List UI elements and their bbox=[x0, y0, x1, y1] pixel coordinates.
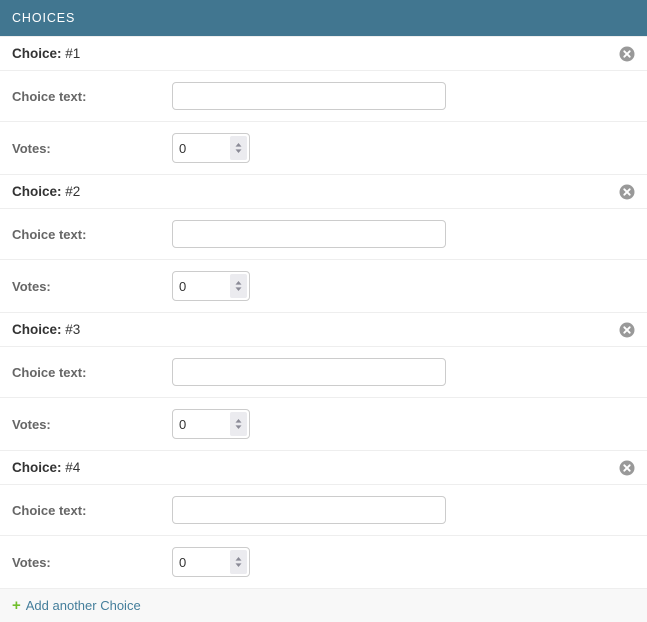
votes-input-wrapper-4 bbox=[172, 547, 250, 577]
inline-item-4: Choice: #4 Choice text: Votes: bbox=[0, 450, 647, 588]
votes-spinner-2[interactable] bbox=[230, 274, 247, 298]
inline-item-3: Choice: #3 Choice text: Votes: bbox=[0, 312, 647, 450]
votes-spinner-4[interactable] bbox=[230, 550, 247, 574]
choice-text-input-3[interactable] bbox=[172, 358, 446, 386]
delete-circle-x-icon[interactable] bbox=[619, 460, 635, 476]
inline-heading-text-3: Choice: #3 bbox=[12, 322, 80, 337]
choice-text-label-1: Choice text: bbox=[12, 89, 172, 104]
inline-heading-prefix-3: Choice: bbox=[12, 322, 62, 337]
choice-text-input-1[interactable] bbox=[172, 82, 446, 110]
votes-label-1: Votes: bbox=[12, 141, 172, 156]
delete-circle-x-icon[interactable] bbox=[619, 184, 635, 200]
inline-group-title: CHOICES bbox=[12, 11, 75, 25]
votes-input-4[interactable] bbox=[173, 549, 225, 575]
choice-text-label-2: Choice text: bbox=[12, 227, 172, 242]
delete-circle-x-icon[interactable] bbox=[619, 322, 635, 338]
inline-heading-3: Choice: #3 bbox=[0, 313, 647, 346]
inline-heading-text-1: Choice: #1 bbox=[12, 46, 80, 61]
form-row-votes-1: Votes: bbox=[0, 121, 647, 174]
choices-inline-group: CHOICES Choice: #1 Choice text: Votes: bbox=[0, 0, 647, 622]
votes-input-3[interactable] bbox=[173, 411, 225, 437]
form-row-choice-text-3: Choice text: bbox=[0, 346, 647, 397]
inline-heading-1: Choice: #1 bbox=[0, 37, 647, 70]
inline-heading-prefix-4: Choice: bbox=[12, 460, 62, 475]
choice-text-input-4[interactable] bbox=[172, 496, 446, 524]
inline-heading-text-4: Choice: #4 bbox=[12, 460, 80, 475]
inline-item-1: Choice: #1 Choice text: Votes: bbox=[0, 36, 647, 174]
votes-spinner-3[interactable] bbox=[230, 412, 247, 436]
inline-heading-index-2: #2 bbox=[65, 184, 80, 199]
inline-group-header: CHOICES bbox=[0, 0, 647, 36]
votes-input-2[interactable] bbox=[173, 273, 225, 299]
form-row-votes-2: Votes: bbox=[0, 259, 647, 312]
inline-heading-text-2: Choice: #2 bbox=[12, 184, 80, 199]
inline-heading-prefix-2: Choice: bbox=[12, 184, 62, 199]
votes-spinner-1[interactable] bbox=[230, 136, 247, 160]
form-row-votes-4: Votes: bbox=[0, 535, 647, 588]
votes-label-2: Votes: bbox=[12, 279, 172, 294]
choice-text-label-4: Choice text: bbox=[12, 503, 172, 518]
votes-input-wrapper-1 bbox=[172, 133, 250, 163]
inline-item-2: Choice: #2 Choice text: Votes: bbox=[0, 174, 647, 312]
inline-heading-index-3: #3 bbox=[65, 322, 80, 337]
choice-text-label-3: Choice text: bbox=[12, 365, 172, 380]
form-row-votes-3: Votes: bbox=[0, 397, 647, 450]
votes-input-1[interactable] bbox=[173, 135, 225, 161]
votes-input-wrapper-3 bbox=[172, 409, 250, 439]
inline-heading-4: Choice: #4 bbox=[0, 451, 647, 484]
votes-label-3: Votes: bbox=[12, 417, 172, 432]
add-another-row[interactable]: + Add another Choice bbox=[0, 588, 647, 622]
inline-heading-prefix-1: Choice: bbox=[12, 46, 62, 61]
choice-text-input-2[interactable] bbox=[172, 220, 446, 248]
inline-heading-index-4: #4 bbox=[65, 460, 80, 475]
form-row-choice-text-2: Choice text: bbox=[0, 208, 647, 259]
form-row-choice-text-1: Choice text: bbox=[0, 70, 647, 121]
delete-circle-x-icon[interactable] bbox=[619, 46, 635, 62]
inline-heading-2: Choice: #2 bbox=[0, 175, 647, 208]
votes-label-4: Votes: bbox=[12, 555, 172, 570]
form-row-choice-text-4: Choice text: bbox=[0, 484, 647, 535]
inline-heading-index-1: #1 bbox=[65, 46, 80, 61]
votes-input-wrapper-2 bbox=[172, 271, 250, 301]
